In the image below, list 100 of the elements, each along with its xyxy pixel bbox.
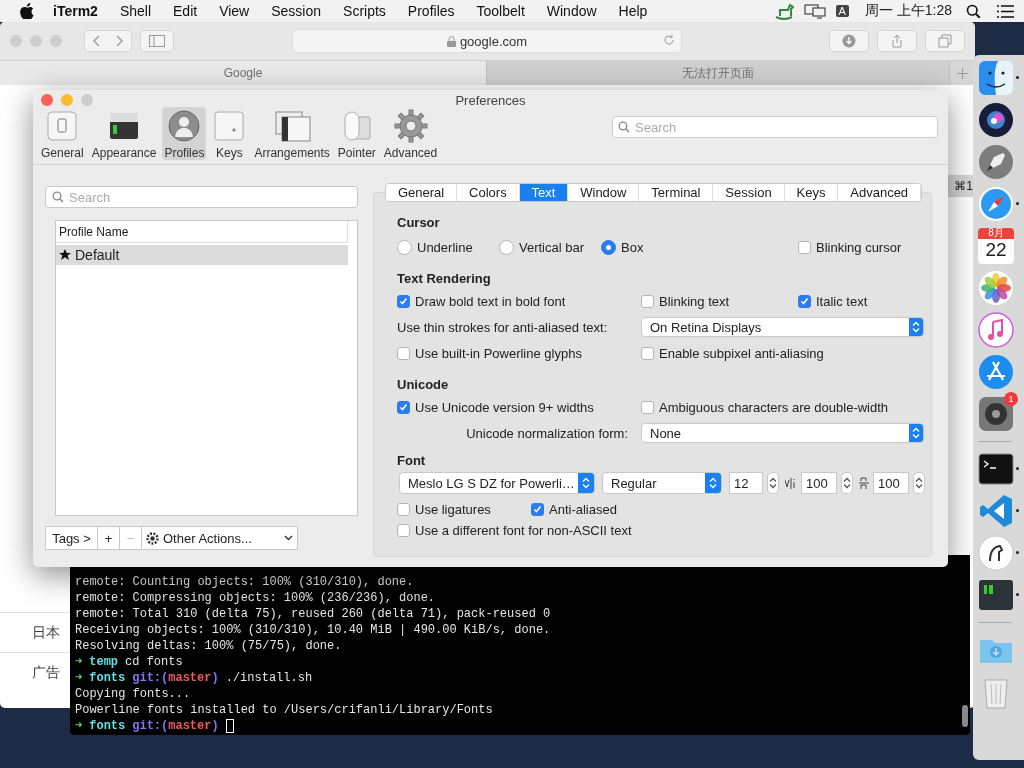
toolbar-tab[interactable]: Profiles [162, 107, 207, 160]
checkbox[interactable] [397, 294, 410, 308]
add-button[interactable]: + [97, 526, 119, 550]
terminal-icon[interactable] [978, 451, 1014, 487]
shell-icon[interactable] [978, 577, 1014, 613]
displays-icon[interactable] [803, 3, 826, 19]
flower-icon[interactable] [978, 270, 1014, 306]
address-field[interactable]: google.com [292, 29, 682, 53]
search-icon [966, 3, 981, 19]
radio-label: Box [621, 239, 644, 255]
browser-tab[interactable]: Google [0, 61, 487, 85]
search-placeholder: Search [635, 119, 677, 135]
toolbar-tab[interactable]: Pointer [335, 107, 378, 160]
checkbox[interactable] [641, 294, 654, 308]
menu-item[interactable]: Edit [162, 3, 209, 19]
checkbox[interactable] [798, 240, 811, 254]
menu-item[interactable]: Help [607, 3, 659, 19]
checkbox[interactable] [641, 346, 654, 360]
up-down-chevrons-icon [709, 477, 717, 489]
checkbox[interactable] [397, 400, 410, 414]
lock-icon [446, 35, 456, 47]
checkbox-label: Use Unicode version 9+ widths [415, 399, 594, 415]
sidebar-icon [149, 35, 165, 47]
finder-icon[interactable] [978, 60, 1014, 96]
stepper[interactable] [767, 472, 779, 494]
plus-icon [957, 67, 968, 79]
toolbar-tab[interactable]: Keys [210, 107, 249, 160]
normalization-dropdown[interactable]: None [641, 423, 924, 443]
compass-icon[interactable] [978, 186, 1014, 222]
terminal-text: Powerline fonts installed to /Users/crifanli/Library/Fonts [75, 702, 493, 718]
font-family-dropdown[interactable]: Meslo LG S DZ for Powerli… [399, 472, 595, 494]
up-down-chevrons-icon [912, 427, 920, 439]
menu-item[interactable]: View [208, 3, 261, 19]
checkbox-label: Draw bold text in bold font [415, 293, 566, 309]
chevrons-icon [93, 35, 123, 47]
horizontal-spacing-field[interactable]: 100 [873, 472, 909, 494]
apple-icon[interactable] [20, 3, 34, 19]
stepper[interactable] [913, 472, 925, 494]
tags-button[interactable]: Tags > [45, 526, 97, 550]
rocket-icon[interactable] [978, 144, 1014, 180]
menu-item[interactable]: Window [535, 3, 608, 19]
scrollbar-thumb[interactable] [962, 705, 968, 727]
list-icon[interactable] [997, 4, 1014, 18]
radio-button[interactable] [499, 239, 514, 255]
radio-button[interactable] [397, 239, 412, 255]
checkbox-label: Use built-in Powerline glyphs [415, 345, 582, 361]
terminal-text: Receiving objects: 100% (310/310), 10.40 MiB | 490.00 KiB/s, done. [75, 622, 551, 638]
menu-item[interactable]: Toolbelt [465, 3, 536, 19]
menu-item[interactable]: Session [260, 3, 333, 19]
downloads-button[interactable] [829, 30, 869, 52]
tabs-icon [938, 34, 952, 48]
toolbar-tab[interactable]: Appearance [89, 107, 159, 160]
app-menu[interactable]: iTerm2 [42, 3, 109, 19]
thin-strokes-dropdown[interactable]: On Retina Displays [641, 317, 924, 337]
menu-item[interactable]: Profiles [396, 3, 466, 19]
toolbar-tab[interactable]: Advanced [381, 107, 440, 160]
menu-item[interactable]: Scripts [332, 3, 397, 19]
menu-clock[interactable]: 周一 上午1:28 [864, 2, 952, 20]
calendar-icon[interactable]: 8月 22 [978, 228, 1014, 264]
download-icon [842, 34, 856, 48]
tab[interactable]: Text [519, 184, 569, 201]
code-editor-icon[interactable] [978, 493, 1014, 529]
radio-button[interactable] [601, 239, 616, 255]
terminal-text: Resolving deltas: 100% (75/75), done. [75, 638, 342, 654]
terminal-text: remote: Counting objects: 100% (310/310), done. [75, 574, 414, 590]
checkbox[interactable] [798, 294, 811, 308]
sidebar-button[interactable] [140, 30, 174, 52]
siri-icon[interactable] [978, 102, 1014, 138]
checkbox-label: Use a different font for non-ASCII text [415, 522, 632, 538]
profile-row[interactable]: Default [56, 245, 348, 265]
prompt-arrow: ➜ [75, 670, 83, 686]
close-button[interactable] [41, 94, 53, 106]
vertical-spacing-field[interactable]: 100 [801, 472, 837, 494]
app-store-icon[interactable] [978, 354, 1014, 390]
checkbox[interactable] [531, 502, 544, 516]
checkmark-icon [800, 296, 809, 306]
windows-icon [272, 109, 313, 143]
character-spacing-icon [859, 476, 869, 490]
checkbox[interactable] [397, 502, 410, 516]
music-note-icon[interactable] [978, 312, 1014, 348]
other-actions-dropdown[interactable]: Other Actions... [141, 526, 298, 550]
checkbox[interactable] [397, 346, 410, 360]
window-title: Preferences [455, 92, 526, 108]
profile-name: Default [75, 247, 120, 263]
checkbox[interactable] [397, 523, 410, 537]
stepper[interactable] [841, 472, 853, 494]
menu-item[interactable]: Shell [108, 3, 162, 19]
rocking-horse-icon[interactable] [773, 2, 794, 20]
section-heading: Font [397, 451, 427, 470]
checkbox[interactable] [641, 400, 654, 414]
checkbox-label: Enable subpixel anti-aliasing [659, 345, 824, 361]
tab[interactable]: General [386, 184, 458, 201]
checkbox-label: Anti-aliased [549, 501, 617, 517]
toolbar-tab[interactable]: Arrangements [252, 107, 332, 160]
toolbar-tab[interactable]: General [39, 107, 86, 160]
radio-label: Vertical bar [519, 239, 585, 255]
search-placeholder: Search [69, 189, 111, 205]
input-source-indicator[interactable]: A [835, 5, 849, 17]
font-size-field[interactable]: 12 [729, 472, 763, 494]
font-style-dropdown[interactable]: Regular [602, 472, 722, 494]
